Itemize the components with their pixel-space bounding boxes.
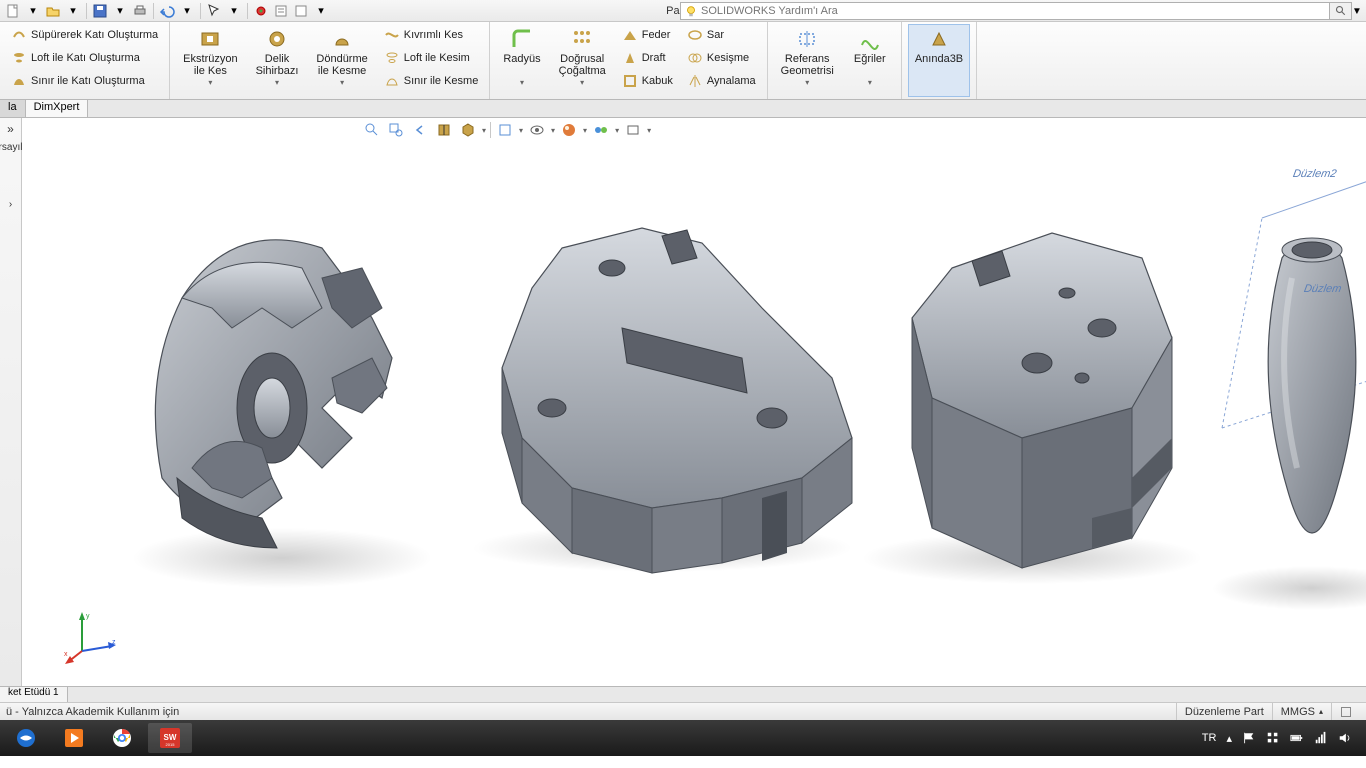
command-manager-tabs: la DimXpert <box>0 100 1366 118</box>
tray-flag-icon[interactable] <box>1242 731 1256 745</box>
settings-button[interactable] <box>292 2 310 20</box>
rebuild-button[interactable] <box>252 2 270 20</box>
start-button[interactable] <box>4 723 48 753</box>
tab-left-fragment[interactable]: la <box>0 100 26 117</box>
title-bar: ▾ ▾ ▾ ▾ ▾ ▾ Part1 * ▾ ? ▾ <box>0 0 1366 22</box>
tray-lang[interactable]: TR <box>1202 732 1217 744</box>
workspace: » rsayıl › ▾ ▾ ▾ ▾ ▾ ▾ <box>0 118 1366 686</box>
hole-wizard-button[interactable]: DelikSihirbazı▾ <box>249 24 306 97</box>
tray-grid-icon[interactable] <box>1266 731 1280 745</box>
plane-label-1[interactable]: Düzlem2 <box>1292 168 1338 180</box>
status-units[interactable]: MMGS▴ <box>1272 703 1331 720</box>
taskbar-app-media[interactable] <box>52 723 96 753</box>
open-file-button[interactable] <box>44 2 62 20</box>
help-search: ▾ <box>680 2 1360 20</box>
help-search-input[interactable] <box>680 2 1330 20</box>
status-message: ü - Yalnızca Akademik Kullanım için <box>6 706 179 718</box>
status-icons[interactable] <box>1331 703 1360 720</box>
ribbon-group-cut: Ekstrüzyonile Kes▾ DelikSihirbazı▾ Döndü… <box>170 22 490 99</box>
curves-button[interactable]: Eğriler ▾ <box>845 24 895 97</box>
feature-manager-collapsed[interactable]: » rsayıl › <box>0 118 22 686</box>
taskbar-app-solidworks[interactable]: SW2015 <box>148 723 192 753</box>
instant3d-button[interactable]: Anında3B <box>908 24 970 97</box>
undo-button[interactable] <box>158 2 176 20</box>
print-button[interactable] <box>131 2 149 20</box>
svg-text:y: y <box>86 613 90 620</box>
system-tray: TR ▴ <box>1202 731 1362 745</box>
linear-pattern-button[interactable]: DoğrusalÇoğaltma▾ <box>552 24 613 97</box>
intersect-button[interactable]: Kesişme <box>682 47 761 69</box>
ribbon-group-instant3d: Anında3B <box>902 22 977 99</box>
svg-text:2015: 2015 <box>166 742 176 747</box>
reference-geometry-button[interactable]: ReferansGeometrisi▾ <box>774 24 841 97</box>
help-search-go[interactable] <box>1330 2 1352 20</box>
extruded-cut-button[interactable]: Ekstrüzyonile Kes▾ <box>176 24 244 97</box>
shell-button[interactable]: Kabuk <box>617 70 678 92</box>
windows-taskbar: SW2015 TR ▴ <box>0 720 1366 756</box>
status-mode[interactable]: Düzenleme Part <box>1176 703 1272 720</box>
options-button[interactable] <box>272 2 290 20</box>
motion-tab[interactable]: ket Etüdü 1 <box>0 687 68 702</box>
tray-battery-icon[interactable] <box>1290 731 1304 745</box>
tray-volume-icon[interactable] <box>1338 731 1352 745</box>
revolved-cut-button[interactable]: Döndürmeile Kesme▾ <box>309 24 374 97</box>
dropdown-arrow[interactable]: ▾ <box>24 2 42 20</box>
new-file-button[interactable] <box>4 2 22 20</box>
bulb-icon <box>684 4 698 18</box>
svg-text:x: x <box>64 651 68 658</box>
rib-button[interactable]: Feder <box>617 24 678 46</box>
save-button[interactable] <box>91 2 109 20</box>
ribbon-group-boss: Süpürerek Katı Oluşturma Loft ile Katı O… <box>0 22 170 99</box>
tray-wifi-icon[interactable] <box>1314 731 1328 745</box>
swept-cut-button[interactable]: Kıvrımlı Kes <box>379 24 484 46</box>
plane-label-2[interactable]: Düzlem <box>1303 283 1342 295</box>
expand-panel-icon[interactable]: » <box>7 122 14 136</box>
ribbon-group-reference: ReferansGeometrisi▾ Eğriler ▾ <box>768 22 902 99</box>
tab-dimxpert[interactable]: DimXpert <box>26 100 89 117</box>
dropdown-arrow[interactable]: ▾ <box>178 2 196 20</box>
dropdown-arrow[interactable]: ▾ <box>312 2 330 20</box>
tray-chevron-up-icon[interactable]: ▴ <box>1226 732 1232 745</box>
svg-text:z: z <box>112 639 116 646</box>
dropdown-arrow[interactable]: ▾ <box>225 2 243 20</box>
motion-study-tabs: ket Etüdü 1 <box>0 686 1366 702</box>
select-button[interactable] <box>205 2 223 20</box>
mirror-button[interactable]: Aynalama <box>682 70 761 92</box>
ribbon-group-features: Radyüs ▾ DoğrusalÇoğaltma▾ Feder Draft K… <box>490 22 767 99</box>
view-triad[interactable]: y z x <box>62 606 122 666</box>
panel-text-fragment: rsayıl <box>0 142 22 153</box>
fillet-button[interactable]: Radyüs ▾ <box>496 24 547 97</box>
wrap-button[interactable]: Sar <box>682 24 761 46</box>
chevron-right-icon[interactable]: › <box>9 199 12 210</box>
ribbon: Süpürerek Katı Oluşturma Loft ile Katı O… <box>0 22 1366 100</box>
dropdown-arrow[interactable]: ▾ <box>111 2 129 20</box>
svg-text:SW: SW <box>164 733 177 742</box>
graphics-viewport[interactable]: ▾ ▾ ▾ ▾ ▾ ▾ <box>22 118 1366 686</box>
draft-button[interactable]: Draft <box>617 47 678 69</box>
taskbar-app-chrome[interactable] <box>100 723 144 753</box>
model-canvas <box>22 118 1366 686</box>
loft-boss-button[interactable]: Loft ile Katı Oluşturma <box>6 47 163 69</box>
dropdown-arrow[interactable]: ▾ <box>64 2 82 20</box>
quick-access-toolbar: ▾ ▾ ▾ ▾ ▾ ▾ <box>0 2 334 20</box>
boundary-cut-button[interactable]: Sınır ile Kesme <box>379 70 484 92</box>
loft-cut-button[interactable]: Loft ile Kesim <box>379 47 484 69</box>
status-bar: ü - Yalnızca Akademik Kullanım için Düze… <box>0 702 1366 720</box>
boundary-boss-button[interactable]: Sınır ile Katı Oluşturma <box>6 70 163 92</box>
dropdown-arrow[interactable]: ▾ <box>1354 4 1360 17</box>
swept-boss-button[interactable]: Süpürerek Katı Oluşturma <box>6 24 163 46</box>
